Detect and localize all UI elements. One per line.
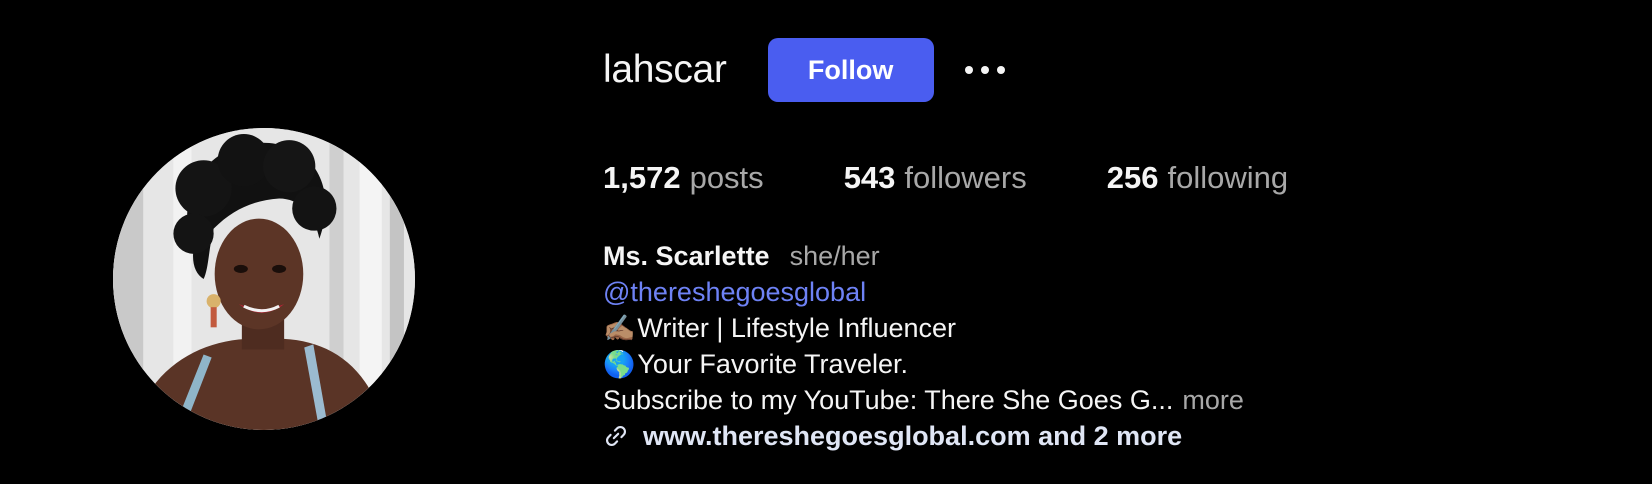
avatar[interactable] <box>113 128 415 430</box>
posts-label: posts <box>689 160 764 195</box>
following-label: following <box>1167 160 1289 195</box>
more-options-icon[interactable] <box>961 46 1009 94</box>
writing-hand-icon: ✍🏽 <box>603 313 636 343</box>
bio-line-writer: ✍🏽 Writer | Lifestyle Influencer <box>603 310 1244 346</box>
followers-label: followers <box>904 160 1027 195</box>
mention-line: @thereshegoesglobal <box>603 274 1244 310</box>
follow-button[interactable]: Follow <box>767 38 934 102</box>
website-link[interactable]: www.thereshegoesglobal.com and 2 more <box>643 418 1182 454</box>
bio-more-button[interactable]: more <box>1182 382 1244 418</box>
following-count: 256 <box>1106 160 1159 195</box>
username-row: lahscar Follow <box>603 38 1009 102</box>
mention-link[interactable]: @thereshegoesglobal <box>603 274 866 310</box>
profile-stats: 1,572 posts 543 followers 256 following <box>603 158 1288 198</box>
globe-icon: 🌎 <box>603 349 636 379</box>
username: lahscar <box>603 48 727 91</box>
following-stat[interactable]: 256 following <box>1107 160 1288 196</box>
bio: Ms. Scarlette she/her @thereshegoesgloba… <box>603 238 1244 454</box>
bio-text-traveler: Your Favorite Traveler. <box>637 349 909 379</box>
profile-header: lahscar Follow 1,572 posts 543 followers… <box>0 0 1652 484</box>
full-name: Ms. Scarlette <box>603 241 770 271</box>
pronouns: she/her <box>789 241 880 271</box>
bio-line-youtube: Subscribe to my YouTube: There She Goes … <box>603 382 1244 418</box>
name-line: Ms. Scarlette she/her <box>603 238 1244 274</box>
followers-stat[interactable]: 543 followers <box>844 160 1027 196</box>
bio-line-traveler: 🌎 Your Favorite Traveler. <box>603 346 1244 382</box>
posts-count: 1,572 <box>603 160 681 195</box>
avatar-photo <box>113 128 415 430</box>
bio-text-youtube: Subscribe to my YouTube: There She Goes … <box>603 385 1174 415</box>
link-icon <box>606 426 626 446</box>
followers-count: 543 <box>843 160 896 195</box>
bio-text-writer: Writer | Lifestyle Influencer <box>637 313 957 343</box>
website-line: www.thereshegoesglobal.com and 2 more <box>603 418 1244 454</box>
posts-stat: 1,572 posts <box>603 160 764 196</box>
